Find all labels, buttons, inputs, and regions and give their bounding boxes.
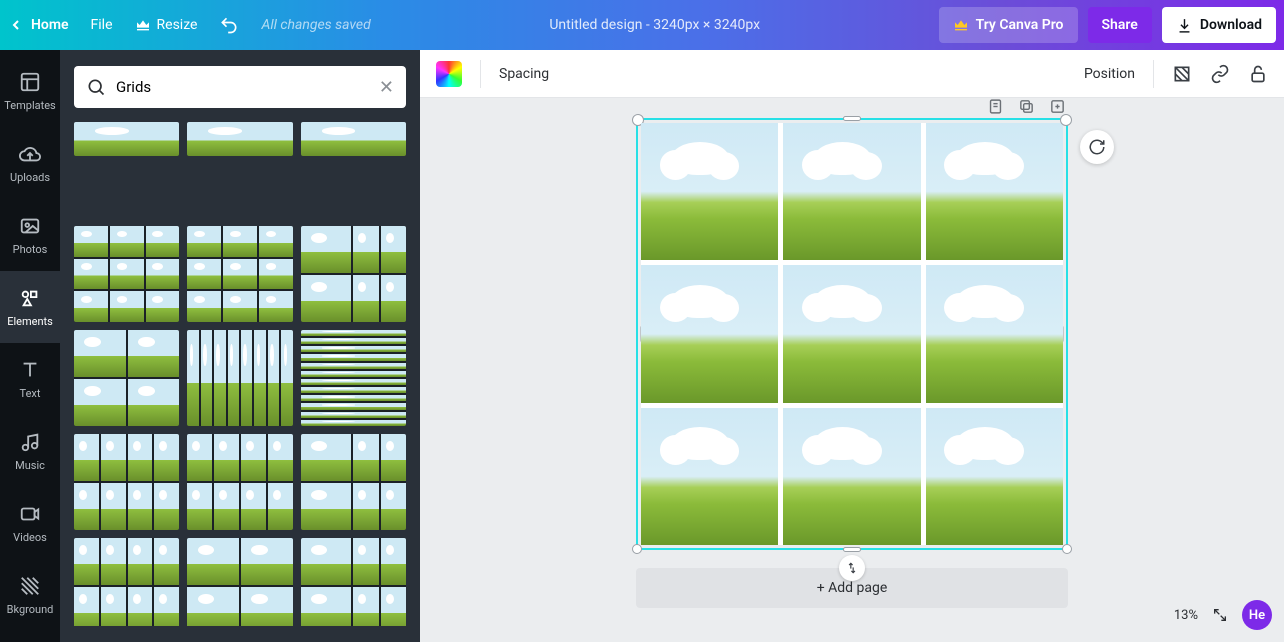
add-page-icon[interactable] <box>1049 98 1066 115</box>
file-menu[interactable]: File <box>91 17 113 33</box>
page-action-bar <box>987 98 1066 115</box>
doc-title[interactable]: Untitled design - 3240px × 3240px <box>371 17 939 33</box>
grid-cell[interactable] <box>641 123 778 260</box>
crown-icon <box>135 17 151 33</box>
grid-thumb[interactable] <box>74 330 179 426</box>
grid-cell[interactable] <box>783 123 920 260</box>
resize-menu[interactable]: Resize <box>135 17 198 33</box>
resize-handle[interactable] <box>843 547 861 552</box>
grid-cell[interactable] <box>783 265 920 402</box>
zoom-value[interactable]: 13% <box>1174 608 1198 623</box>
add-page-label: + Add page <box>817 580 888 596</box>
grid-thumb[interactable] <box>187 538 292 626</box>
home-label: Home <box>31 17 69 33</box>
zoom-controls: 13% He <box>1174 600 1272 630</box>
rail-videos[interactable]: Videos <box>0 487 60 559</box>
link-icon[interactable] <box>1210 64 1230 84</box>
top-header: Home File Resize All changes saved Untit… <box>0 0 1284 50</box>
save-status: All changes saved <box>261 17 370 33</box>
separator <box>1153 60 1154 88</box>
try-pro-button[interactable]: Try Canva Pro <box>939 7 1078 43</box>
grid-cell[interactable] <box>926 408 1063 545</box>
lock-icon[interactable] <box>1248 64 1268 84</box>
undo-button[interactable] <box>219 15 239 35</box>
crown-icon <box>953 17 969 33</box>
grid-cell[interactable] <box>641 408 778 545</box>
grid-cell[interactable] <box>926 123 1063 260</box>
help-button[interactable]: He <box>1242 600 1272 630</box>
selection-outline[interactable] <box>636 118 1068 550</box>
grid-results <box>74 122 406 626</box>
swap-page-icon[interactable] <box>839 555 865 581</box>
rail-uploads[interactable]: Uploads <box>0 127 60 199</box>
home-button[interactable]: Home <box>8 17 69 33</box>
grid-thumb[interactable] <box>301 538 406 626</box>
download-button[interactable]: Download <box>1162 7 1276 43</box>
grid-cell[interactable] <box>783 408 920 545</box>
text-icon <box>19 359 41 381</box>
videos-icon <box>19 503 41 525</box>
grid-thumb[interactable] <box>187 226 292 322</box>
transparency-icon[interactable] <box>1172 64 1192 84</box>
search-bar[interactable]: ✕ <box>74 66 406 108</box>
grid-cell[interactable] <box>926 265 1063 402</box>
search-icon <box>86 77 106 97</box>
grid-thumb[interactable] <box>74 122 179 156</box>
duplicate-icon[interactable] <box>1018 98 1035 115</box>
rail-elements[interactable]: Elements <box>0 271 60 343</box>
search-input[interactable] <box>116 78 369 96</box>
grid-thumb[interactable] <box>74 226 179 322</box>
grid-thumb[interactable] <box>187 330 292 426</box>
music-icon <box>19 431 41 453</box>
upload-icon <box>19 143 41 165</box>
rail-text[interactable]: Text <box>0 343 60 415</box>
grid-thumb[interactable] <box>74 434 179 530</box>
rail-photos[interactable]: Photos <box>0 199 60 271</box>
download-icon <box>1176 17 1193 34</box>
rail-templates[interactable]: Templates <box>0 55 60 127</box>
sync-fab[interactable] <box>1080 130 1114 164</box>
rail-background[interactable]: Bkground <box>0 559 60 631</box>
templates-icon <box>19 71 41 93</box>
grid-thumb[interactable] <box>74 538 179 626</box>
color-swatch-button[interactable] <box>436 61 462 87</box>
add-page-button[interactable]: + Add page <box>636 568 1068 608</box>
elements-icon <box>19 287 41 309</box>
resize-handle[interactable] <box>843 116 861 121</box>
grid-thumb[interactable] <box>187 434 292 530</box>
spacing-button[interactable]: Spacing <box>499 66 549 82</box>
canvas-grid-element[interactable] <box>641 123 1063 545</box>
sync-icon <box>1088 138 1106 156</box>
chevron-left-icon <box>8 17 24 33</box>
grid-cell[interactable] <box>641 265 778 402</box>
clear-search-icon[interactable]: ✕ <box>379 77 394 98</box>
canvas-stage[interactable]: + Add page 13% He <box>420 98 1284 642</box>
share-button[interactable]: Share <box>1088 7 1152 43</box>
separator <box>480 60 481 88</box>
background-icon <box>19 575 41 597</box>
fullscreen-icon[interactable] <box>1212 607 1228 623</box>
grid-thumb[interactable] <box>187 122 292 156</box>
undo-icon <box>219 15 239 35</box>
nav-rail: Templates Uploads Photos Elements Text M… <box>0 50 60 642</box>
grid-thumb[interactable] <box>301 330 406 426</box>
resize-handle[interactable] <box>632 544 642 554</box>
grid-thumb[interactable] <box>301 226 406 322</box>
grid-thumb[interactable] <box>301 434 406 530</box>
photos-icon <box>19 215 41 237</box>
grid-thumb[interactable] <box>301 122 406 156</box>
elements-panel: ✕ <box>60 50 420 642</box>
position-button[interactable]: Position <box>1084 66 1135 82</box>
resize-handle[interactable] <box>1062 544 1072 554</box>
canvas-toolbar: Spacing Position <box>420 50 1284 98</box>
notes-icon[interactable] <box>987 98 1004 115</box>
rail-music[interactable]: Music <box>0 415 60 487</box>
swap-icon <box>845 561 859 575</box>
